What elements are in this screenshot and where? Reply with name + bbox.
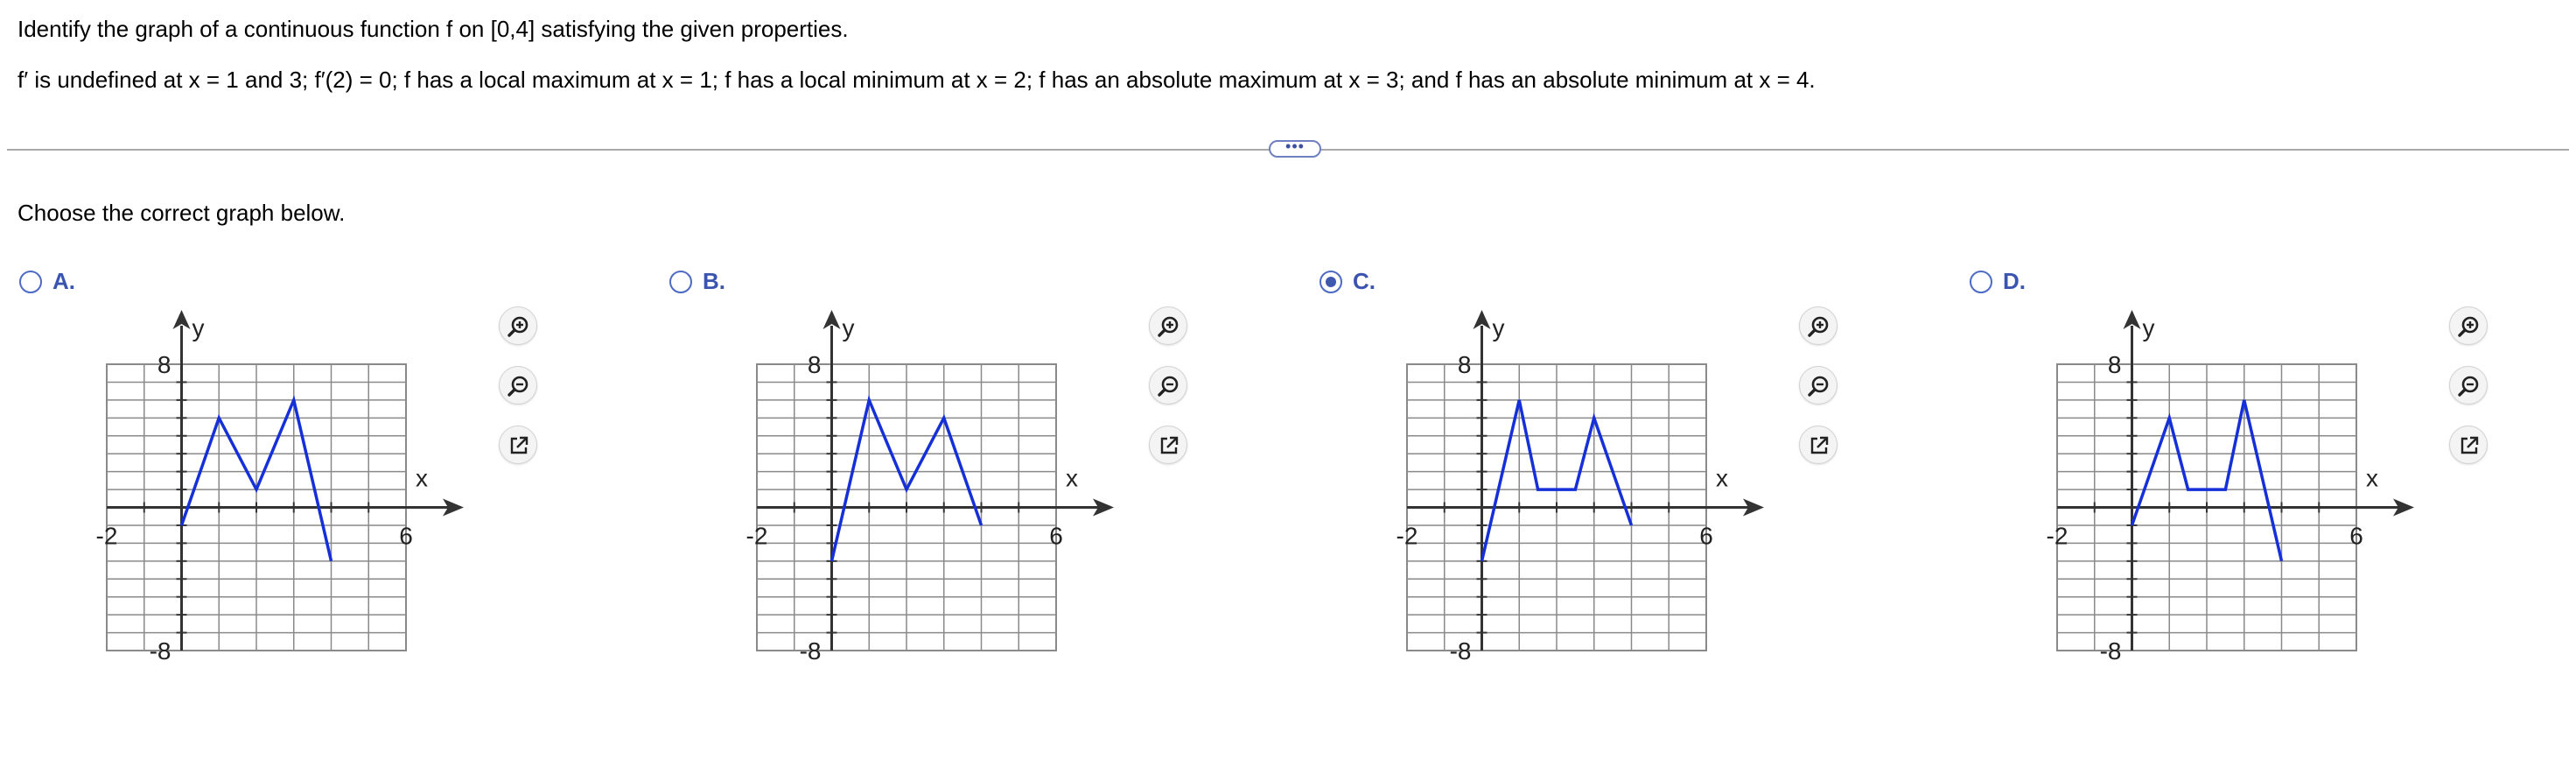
zoom-out-icon (1808, 376, 1829, 397)
divider-resize-handle[interactable]: ••• (1269, 138, 1321, 158)
option-c-graph: y x -2 6 8 -8 (1396, 310, 1764, 665)
y-tick-label: 8 (158, 351, 172, 378)
zoom-in-icon (1808, 316, 1829, 337)
x-tick-label: -2 (1396, 523, 1418, 550)
option-a-zoom-in-button[interactable] (499, 306, 537, 345)
x-tick-label: -2 (2047, 523, 2068, 550)
option-d-zoom-out-button[interactable] (2449, 366, 2488, 405)
zoom-out-icon (2458, 376, 2479, 397)
y-axis-label: y (2143, 314, 2155, 341)
open-new-window-icon (1810, 436, 1829, 454)
option-b-open-new-window-button[interactable] (1149, 426, 1187, 464)
option-d-radio[interactable] (1970, 271, 1992, 293)
x-axis-label: x (1066, 465, 1078, 492)
option-b-zoom-out-button[interactable] (1149, 366, 1187, 405)
option-b-zoom-in-button[interactable] (1149, 306, 1187, 345)
option-b-graph: y x -2 6 8 -8 (746, 310, 1114, 665)
option-d-zoom-in-button[interactable] (2449, 306, 2488, 345)
question-title: Identify the graph of a continuous funct… (18, 16, 849, 42)
option-a-radio[interactable] (19, 271, 42, 293)
y-tick-label: -8 (800, 637, 822, 665)
option-c-radio[interactable] (1320, 271, 1342, 293)
option-d-graph: y x -2 6 8 -8 (2047, 310, 2414, 665)
y-axis-label: y (1493, 314, 1505, 341)
question-properties: f′ is undefined at x = 1 and 3; f′(2) = … (18, 67, 1816, 93)
option-c-open-new-window-button[interactable] (1799, 426, 1838, 464)
option-c-label[interactable]: C. (1353, 268, 1376, 295)
option-d-open-new-window-button[interactable] (2449, 426, 2488, 464)
open-new-window-icon (510, 436, 528, 454)
x-tick-label: 6 (399, 523, 413, 550)
x-tick-label: 6 (1049, 523, 1063, 550)
x-axis-label: x (416, 465, 428, 492)
zoom-in-icon (508, 316, 528, 337)
option-a-label[interactable]: A. (52, 268, 75, 295)
option-a-open-new-window-button[interactable] (499, 426, 537, 464)
y-tick-label: 8 (2108, 351, 2122, 378)
x-axis-label: x (2366, 465, 2378, 492)
instruction-text: Choose the correct graph below. (18, 200, 346, 226)
y-tick-label: 8 (808, 351, 822, 378)
option-a-zoom-out-button[interactable] (499, 366, 537, 405)
option-b-radio[interactable] (669, 271, 692, 293)
open-new-window-icon (1160, 436, 1179, 454)
x-tick-label: 6 (1699, 523, 1713, 550)
zoom-out-icon (1158, 376, 1179, 397)
y-tick-label: -8 (150, 637, 172, 665)
zoom-in-icon (1158, 316, 1179, 337)
y-tick-label: 8 (1458, 351, 1472, 378)
x-tick-label: 6 (2349, 523, 2363, 550)
option-d-label[interactable]: D. (2003, 268, 2026, 295)
option-c-zoom-in-button[interactable] (1799, 306, 1838, 345)
option-a-graph: y x -2 6 8 -8 (96, 310, 464, 665)
x-tick-label: -2 (96, 523, 118, 550)
y-axis-label: y (843, 314, 855, 341)
zoom-out-icon (508, 376, 528, 397)
zoom-in-icon (2458, 316, 2479, 337)
x-axis-label: x (1716, 465, 1728, 492)
option-b-label[interactable]: B. (703, 268, 725, 295)
open-new-window-icon (2460, 436, 2479, 454)
x-tick-label: -2 (746, 523, 768, 550)
option-c-zoom-out-button[interactable] (1799, 366, 1838, 405)
y-tick-label: -8 (2100, 637, 2122, 665)
y-axis-label: y (192, 314, 205, 341)
y-tick-label: -8 (1450, 637, 1472, 665)
